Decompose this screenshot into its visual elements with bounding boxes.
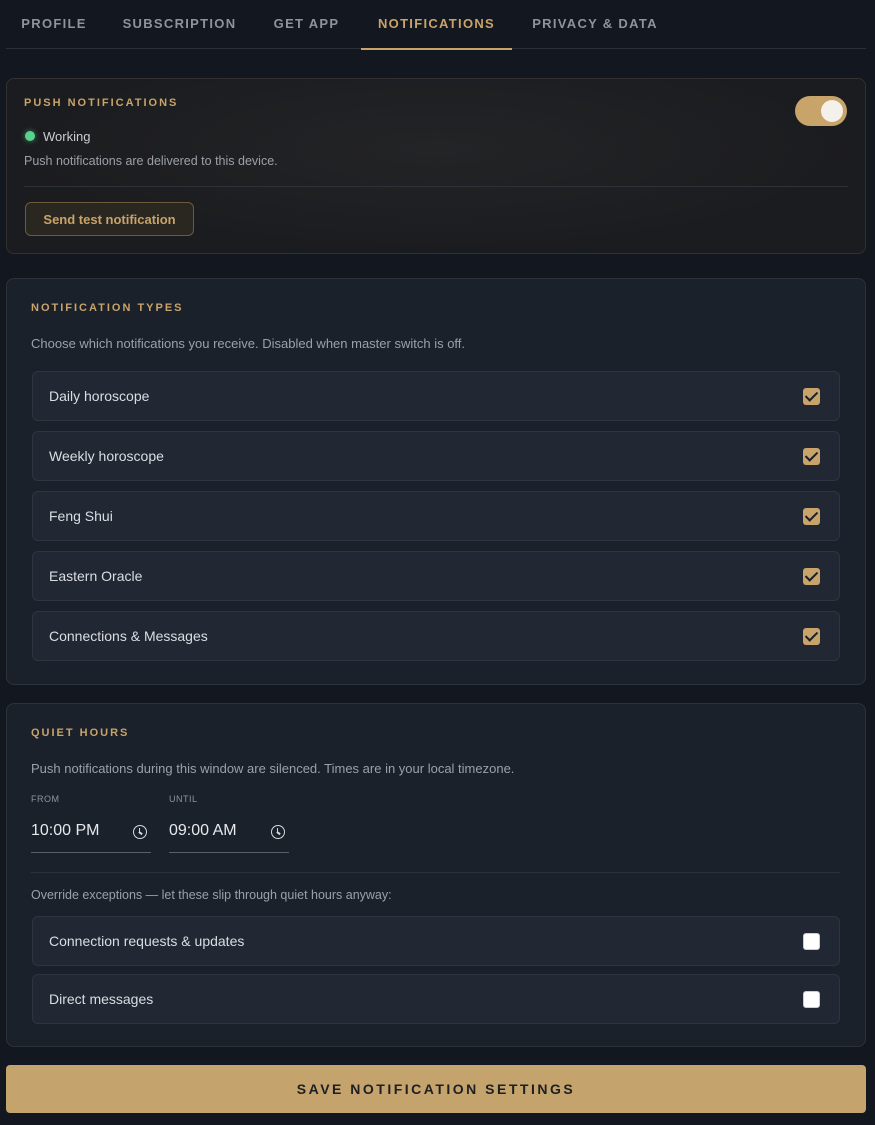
type-label: Daily horoscope — [49, 388, 150, 404]
tab-notifications-label: NOTIFICATIONS — [377, 16, 496, 31]
weekly-horoscope-checkbox[interactable] — [803, 448, 820, 465]
notification-settings-page: PROFILE SUBSCRIPTION GET APP NOTIFICATIO… — [0, 0, 875, 1125]
push-notifications-title: PUSH NOTIFICATIONS — [24, 97, 179, 109]
exception-row-connection-requests[interactable]: Connection requests & updates — [32, 916, 840, 966]
override-exceptions-text: Override exceptions — let these slip thr… — [31, 888, 392, 902]
quiet-hours-description: Push notifications during this window ar… — [31, 761, 515, 776]
type-label: Feng Shui — [49, 508, 113, 524]
type-row-feng-shui[interactable]: Feng Shui — [32, 491, 840, 541]
tab-subscription-label: SUBSCRIPTION — [122, 16, 237, 31]
until-time-input[interactable]: 09:00 AM — [169, 813, 289, 853]
quiet-hours-card: QUIET HOURS Push notifications during th… — [6, 703, 866, 1047]
connections-messages-checkbox[interactable] — [803, 628, 820, 645]
clock-icon[interactable] — [133, 825, 147, 839]
exception-label: Connection requests & updates — [49, 933, 245, 949]
send-test-notification-button[interactable]: Send test notification — [25, 202, 194, 236]
quiet-hours-divider — [31, 872, 840, 873]
push-master-toggle[interactable] — [795, 96, 847, 126]
from-time-value: 10:00 PM — [31, 822, 100, 839]
save-notification-settings-button[interactable]: SAVE NOTIFICATION SETTINGS — [6, 1065, 866, 1113]
from-label: FROM — [31, 794, 60, 804]
push-description: Push notifications are delivered to this… — [24, 154, 278, 168]
clock-icon[interactable] — [271, 825, 285, 839]
feng-shui-checkbox[interactable] — [803, 508, 820, 525]
tab-profile[interactable]: PROFILE — [6, 0, 102, 49]
type-row-weekly-horoscope[interactable]: Weekly horoscope — [32, 431, 840, 481]
tab-get-app[interactable]: GET APP — [258, 0, 355, 49]
quiet-hours-title: QUIET HOURS — [31, 727, 130, 739]
push-status-text: Working — [43, 129, 91, 144]
tab-get-app-label: GET APP — [273, 16, 340, 31]
direct-messages-checkbox[interactable] — [803, 991, 820, 1008]
exception-label: Direct messages — [49, 991, 154, 1007]
connection-requests-checkbox[interactable] — [803, 933, 820, 950]
push-divider — [24, 186, 848, 187]
toggle-knob — [821, 100, 843, 122]
status-indicator-dot — [25, 131, 35, 141]
from-time-input[interactable]: 10:00 PM — [31, 813, 151, 853]
push-notifications-card: PUSH NOTIFICATIONS Working Push notifica… — [6, 78, 866, 254]
notification-types-title: NOTIFICATION TYPES — [31, 302, 184, 314]
type-row-connections-messages[interactable]: Connections & Messages — [32, 611, 840, 661]
until-label: UNTIL — [169, 794, 198, 804]
type-label: Weekly horoscope — [49, 448, 164, 464]
type-label: Connections & Messages — [49, 628, 208, 644]
tab-notifications[interactable]: NOTIFICATIONS — [361, 0, 512, 50]
daily-horoscope-checkbox[interactable] — [803, 388, 820, 405]
tab-profile-label: PROFILE — [21, 16, 87, 31]
type-label: Eastern Oracle — [49, 568, 143, 584]
notification-types-description: Choose which notifications you receive. … — [31, 336, 466, 351]
tab-privacy-data[interactable]: PRIVACY & DATA — [516, 0, 674, 49]
type-row-daily-horoscope[interactable]: Daily horoscope — [32, 371, 840, 421]
until-time-value: 09:00 AM — [169, 822, 237, 839]
type-row-eastern-oracle[interactable]: Eastern Oracle — [32, 551, 840, 601]
settings-tabs: PROFILE SUBSCRIPTION GET APP NOTIFICATIO… — [6, 0, 866, 50]
exception-row-direct-messages[interactable]: Direct messages — [32, 974, 840, 1024]
eastern-oracle-checkbox[interactable] — [803, 568, 820, 585]
tab-subscription[interactable]: SUBSCRIPTION — [106, 0, 253, 49]
notification-types-card: NOTIFICATION TYPES Choose which notifica… — [6, 278, 866, 685]
tab-privacy-data-label: PRIVACY & DATA — [532, 16, 658, 31]
